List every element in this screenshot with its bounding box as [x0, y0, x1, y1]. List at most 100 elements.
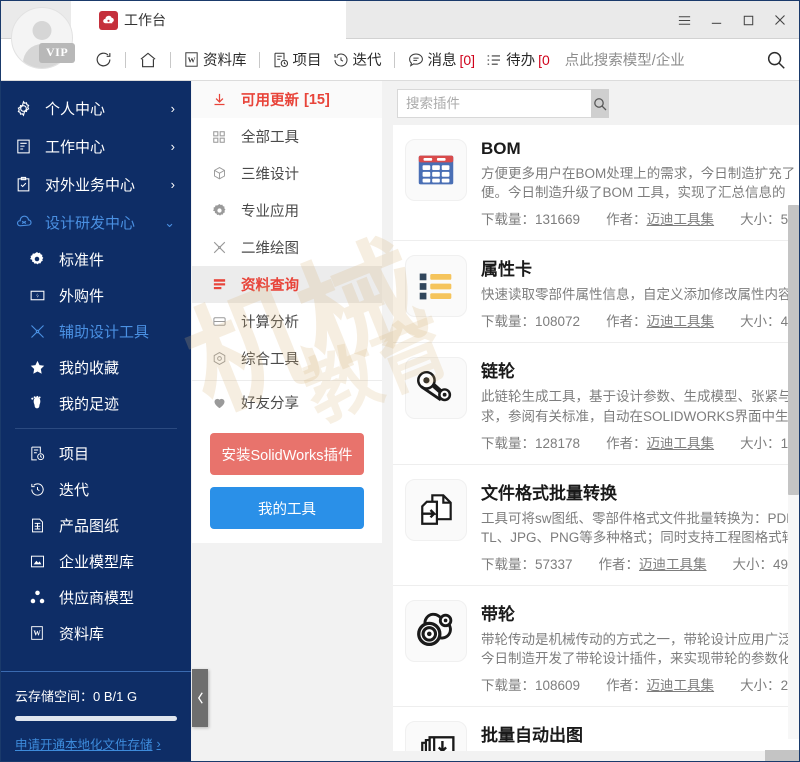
gear-app-icon — [212, 203, 232, 218]
size-label: 大小： — [740, 678, 781, 694]
plugin-description: 快速读取零部件属性信息，自定义添加修改属性内容 — [481, 285, 799, 304]
toolbar-item-待办[interactable]: 待办 [0 — [480, 39, 555, 81]
global-search-placeholder[interactable]: 点此搜索模型/企业 — [565, 49, 685, 70]
list-item[interactable]: 属性卡 快速读取零部件属性信息，自定义添加修改属性内容 下载量：108072 作… — [393, 241, 799, 344]
chain-sprocket-icon — [405, 357, 467, 420]
sidebar-item-label: 资料库 — [59, 625, 105, 643]
category-item-professional-apps[interactable]: 专业应用 — [192, 192, 382, 229]
storage-link-label: 申请开通本地化文件存储 — [15, 738, 153, 752]
toolbar-label: 项目 — [292, 53, 322, 69]
search-button[interactable] — [591, 89, 609, 118]
plugin-title: 文件格式批量转换 — [481, 483, 617, 503]
sidebar-item-design-tools[interactable]: 辅助设计工具 — [1, 313, 191, 349]
chevron-right-icon: › — [170, 176, 175, 192]
author-value[interactable]: 迈迪工具集 — [639, 557, 707, 572]
plugin-title: 链轮 — [481, 362, 515, 382]
home-button[interactable] — [133, 39, 163, 81]
sidebar-item-iteration[interactable]: 迭代 — [1, 471, 191, 507]
apply-local-storage-link[interactable]: 申请开通本地化文件存储 › — [15, 734, 177, 753]
install-solidworks-plugin-button[interactable]: 安装SolidWorks插件 — [210, 433, 364, 475]
my-tools-button[interactable]: 我的工具 — [210, 487, 364, 529]
toolbar-item-迭代[interactable]: 迭代 — [327, 39, 387, 81]
plugin-description: 方便更多用户在BOM处理上的需求，今日制造扩充了 便。今日制造升级了BOM 工具… — [481, 164, 799, 202]
sidebar-item-design-rnd-center[interactable]: 设计研发中心 ⌄ — [1, 203, 191, 241]
toolbar-label: 消息 — [427, 53, 457, 69]
sidebar-item-label: 外购件 — [59, 287, 105, 305]
author-value[interactable]: 迈迪工具集 — [647, 212, 715, 227]
list-item[interactable]: 带轮 带轮传动是机械传动的方式之一，带轮设计应用广泛 今日制造开发了带轮设计插件… — [393, 586, 799, 708]
toolbar-item-资料库[interactable]: W 资料库 — [178, 39, 252, 81]
category-label: 专业应用 — [241, 204, 299, 220]
downloads-value: 57337 — [535, 557, 573, 573]
plugin-desc-line: 工具可将sw图纸、零部件格式文件批量转换为：PDF — [481, 510, 795, 526]
sidebar-item-standard-parts[interactable]: 标准件 — [1, 241, 191, 277]
category-item-friend-sharing[interactable]: 好友分享 — [192, 384, 382, 421]
category-item-comprehensive-tools[interactable]: 综合工具 — [192, 340, 382, 377]
downloads-value: 108072 — [535, 314, 581, 330]
sidebar-item-supplier-model[interactable]: 供应商模型 — [1, 579, 191, 615]
author-label: 作者： — [606, 212, 647, 228]
sidebar-item-personal-center[interactable]: 个人中心 › — [1, 89, 191, 127]
toolbar-item-消息[interactable]: 消息 [0] — [402, 39, 481, 81]
horizontal-scrollbar-track[interactable] — [765, 750, 799, 761]
search-input[interactable] — [397, 89, 591, 118]
sidebar-item-document-library[interactable]: W 资料库 — [1, 615, 191, 651]
close-icon[interactable] — [765, 6, 795, 34]
file-convert-icon — [405, 478, 467, 541]
author-value[interactable]: 迈迪工具集 — [647, 436, 715, 451]
sidebar-item-product-drawings[interactable]: 产品图纸 — [1, 507, 191, 543]
plugin-meta: 下载量：131669 作者：迈迪工具集 大小：5 — [481, 208, 799, 228]
size-value: 2 — [780, 678, 789, 694]
message-bubble-icon — [407, 51, 425, 69]
hamburger-icon[interactable] — [669, 6, 699, 34]
refresh-button[interactable] — [89, 39, 118, 81]
category-item-all-tools[interactable]: 全部工具 — [192, 118, 382, 155]
list-item[interactable]: 批量自动出图 该工具提供强大的三维模型自动生成工程图的功能， — [393, 707, 799, 751]
size-value: 4 — [780, 314, 789, 330]
downloads-label: 下载量： — [481, 435, 535, 451]
sidebar-item-purchased-parts[interactable]: 外购件 — [1, 277, 191, 313]
sidebar-item-enterprise-model-library[interactable]: 企业模型库 — [1, 543, 191, 579]
search-icon — [594, 97, 607, 110]
list-item[interactable]: 文件格式批量转换 工具可将sw图纸、零部件格式文件批量转换为：PDF TL、JP… — [393, 465, 799, 587]
author-value[interactable]: 迈迪工具集 — [647, 678, 715, 693]
toolbar-divider — [258, 51, 260, 68]
toolbar-item-项目[interactable]: 项目 — [267, 39, 327, 81]
size-label: 大小： — [740, 212, 781, 228]
tab-label: 工作台 — [124, 12, 166, 28]
list-item[interactable]: BOM 方便更多用户在BOM处理上的需求，今日制造扩充了 便。今日制造升级了BO… — [393, 125, 799, 242]
category-item-document-query[interactable]: 资料查询 — [192, 266, 382, 303]
sidebar-item-my-footprints[interactable]: 我的足迹 — [1, 385, 191, 421]
category-item-available-updates[interactable]: 可用更新 [15] — [192, 81, 382, 118]
purchased-part-icon — [29, 287, 51, 304]
horizontal-scrollbar-thumb[interactable] — [765, 750, 799, 761]
category-item-3d-design[interactable]: 三维设计 — [192, 155, 382, 192]
vertical-scrollbar-thumb[interactable] — [788, 205, 799, 495]
collapse-panel-handle[interactable] — [192, 669, 208, 727]
downloads-value: 128178 — [535, 435, 581, 451]
plugin-title: BOM — [481, 139, 521, 158]
plugin-desc-line: 方便更多用户在BOM处理上的需求，今日制造扩充了 — [481, 166, 796, 181]
tab-workbench[interactable]: 工作台 — [71, 1, 346, 39]
sidebar-item-project[interactable]: 项目 — [1, 435, 191, 471]
downloads-value: 131669 — [535, 212, 581, 228]
maximize-icon[interactable] — [733, 6, 763, 34]
sidebar-item-my-favorites[interactable]: 我的收藏 — [1, 349, 191, 385]
minimize-icon[interactable] — [701, 6, 731, 34]
sidebar-item-work-center[interactable]: 工作中心 › — [1, 127, 191, 165]
category-item-calculation-analysis[interactable]: 计算分析 — [192, 303, 382, 340]
enterprise-model-icon — [29, 553, 51, 570]
category-label: 可用更新 — [241, 93, 299, 109]
category-item-2d-drafting[interactable]: 二维绘图 — [192, 229, 382, 266]
sidebar-item-label: 企业模型库 — [59, 553, 135, 571]
list-item[interactable]: 链轮 此链轮生成工具，基于设计参数、生成模型、张紧与 求，参阅有关标准，自动在S… — [393, 343, 799, 465]
history-clock-icon — [332, 51, 350, 69]
avatar[interactable]: VIP — [11, 7, 77, 73]
sidebar-item-label: 标准件 — [59, 251, 105, 269]
author-value[interactable]: 迈迪工具集 — [647, 314, 715, 329]
global-search-button[interactable] — [765, 49, 787, 71]
sidebar-item-label: 个人中心 — [45, 100, 106, 118]
plugin-size: 大小：4 — [740, 310, 788, 330]
author-label: 作者： — [598, 557, 640, 573]
sidebar-item-external-business[interactable]: 对外业务中心 › — [1, 165, 191, 203]
